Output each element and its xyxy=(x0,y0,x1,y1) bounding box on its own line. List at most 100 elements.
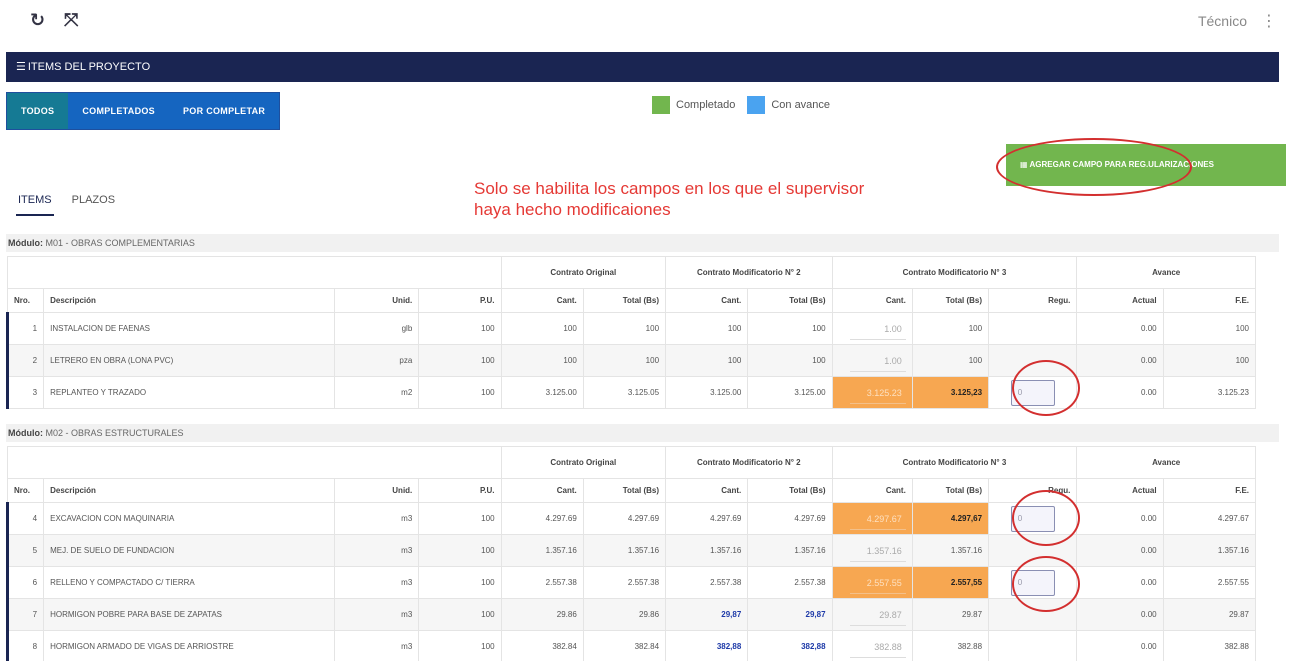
table-row: 1 INSTALACION DE FAENAS glb 100 100 100 100 100… xyxy=(5,312,1257,345)
filter-por-completar-button[interactable]: POR COMPLETAR xyxy=(168,93,280,129)
row-original-total: 3.125.05 xyxy=(582,376,667,409)
table-row: 8 HORMIGON ARMADO DE VIGAS DE ARRIOSTRE m3… xyxy=(5,630,1257,661)
tab-plazos[interactable]: PLAZOS xyxy=(70,190,117,216)
mod3-qty-input[interactable]: 29.87 xyxy=(849,604,906,626)
row-original-total: 2.557.38 xyxy=(582,566,667,599)
row-description: HORMIGON POBRE PARA BASE DE ZAPATAS xyxy=(43,598,336,631)
header-contrato-mod3: Contrato Modificatorio N° 3 xyxy=(831,256,1078,289)
row-unit: m3 xyxy=(334,534,420,567)
tab-items[interactable]: ITEMS xyxy=(16,190,54,216)
panel-header: ☰ ITEMS DEL PROYECTO xyxy=(6,52,1279,82)
row-actual: 0.00 xyxy=(1076,566,1164,599)
row-unit: m3 xyxy=(334,566,420,599)
row-mod3-qty: 2.557.55 xyxy=(831,566,913,599)
row-mod2-total: 100 xyxy=(747,344,833,377)
col-pu: P.U. xyxy=(418,288,502,313)
col-actual: Actual xyxy=(1076,478,1164,503)
header-avance: Avance xyxy=(1076,446,1256,479)
row-fe: 382.88 xyxy=(1162,630,1257,661)
row-mod3-qty: 1.357.16 xyxy=(831,534,913,567)
mod3-qty-input[interactable]: 2.557.55 xyxy=(849,572,906,594)
col-cant: Cant. xyxy=(500,478,584,503)
row-original-qty: 1.357.16 xyxy=(500,534,584,567)
row-actual: 0.00 xyxy=(1076,534,1164,567)
row-unit-price: 100 xyxy=(418,598,502,631)
refresh-icon[interactable]: ↻ xyxy=(30,10,45,31)
module-bar: Módulo: M01 - OBRAS COMPLEMENTARIAS xyxy=(6,234,1279,252)
fullscreen-icon[interactable]: ⤧ xyxy=(64,10,78,31)
filter-todos-button[interactable]: TODOS xyxy=(7,93,69,129)
row-mod3-total: 100 xyxy=(911,344,990,377)
module-label: Módulo: xyxy=(8,238,43,248)
row-mod3-total: 1.357.16 xyxy=(911,534,990,567)
col-pu: P.U. xyxy=(418,478,502,503)
row-original-total: 4.297.69 xyxy=(582,502,667,535)
mod3-qty-input[interactable]: 3.125.23 xyxy=(849,382,906,404)
table-row: 5 MEJ. DE SUELO DE FUNDACION m3 100 1.357.16… xyxy=(5,534,1257,567)
annotation-note: Solo se habilita los campos en los que e… xyxy=(474,178,864,220)
mod3-qty-input[interactable]: 4.297.67 xyxy=(849,508,906,530)
row-mod3-total: 2.557,55 xyxy=(911,566,990,599)
row-mod3-total: 29.87 xyxy=(911,598,990,631)
row-mod2-qty: 29,87 xyxy=(665,598,749,631)
row-mod2-total: 4.297.69 xyxy=(747,502,833,535)
row-mod3-total: 4.297,67 xyxy=(911,502,990,535)
legend-con-avance: Con avance xyxy=(747,96,830,114)
row-description: EXCAVACION CON MAQUINARIA xyxy=(43,502,336,535)
row-unit: m2 xyxy=(334,376,420,409)
col-fe: F.E. xyxy=(1162,288,1257,313)
row-unit: m3 xyxy=(334,502,420,535)
row-mod3-qty: 382.88 xyxy=(831,630,913,661)
col-cant: Cant. xyxy=(665,478,749,503)
row-description: LETRERO EN OBRA (LONA PVC) xyxy=(43,344,336,377)
panel-title: ITEMS DEL PROYECTO xyxy=(27,61,151,73)
row-original-total: 100 xyxy=(582,312,667,345)
col-descripcion: Descripción xyxy=(43,478,336,503)
row-unit-price: 100 xyxy=(418,566,502,599)
header-contrato-mod2: Contrato Modificatorio N° 2 xyxy=(665,446,833,479)
legend-swatch-green xyxy=(652,96,670,114)
row-description: REPLANTEO Y TRAZADO xyxy=(43,376,336,409)
row-mod3-total: 3.125,23 xyxy=(911,376,990,409)
col-descripcion: Descripción xyxy=(43,288,336,313)
row-regu xyxy=(988,312,1078,345)
row-mod2-qty: 382,88 xyxy=(665,630,749,661)
col-total: Total (Bs) xyxy=(747,288,833,313)
row-mod2-total: 2.557.38 xyxy=(747,566,833,599)
row-mod2-qty: 100 xyxy=(665,312,749,345)
row-mod3-qty: 4.297.67 xyxy=(831,502,913,535)
row-nro: 6 xyxy=(5,566,45,599)
row-nro: 5 xyxy=(5,534,45,567)
mod3-qty-input[interactable]: 1.00 xyxy=(849,318,906,340)
col-fe: F.E. xyxy=(1162,478,1257,503)
row-fe: 4.297.67 xyxy=(1162,502,1257,535)
row-description: HORMIGON ARMADO DE VIGAS DE ARRIOSTRE xyxy=(43,630,336,661)
header-contrato-mod2: Contrato Modificatorio N° 2 xyxy=(665,256,833,289)
mod3-qty-input[interactable]: 382.88 xyxy=(849,636,906,658)
annotation-circle xyxy=(996,138,1192,196)
row-actual: 0.00 xyxy=(1076,630,1164,661)
row-unit-price: 100 xyxy=(418,344,502,377)
row-fe: 100 xyxy=(1162,312,1257,345)
header-spacer xyxy=(7,446,502,479)
tabs: ITEMS PLAZOS xyxy=(16,190,133,216)
row-mod2-total: 29,87 xyxy=(747,598,833,631)
row-mod3-total: 100 xyxy=(911,312,990,345)
row-fe: 100 xyxy=(1162,344,1257,377)
row-regu xyxy=(988,630,1078,661)
filter-completados-button[interactable]: COMPLETADOS xyxy=(68,93,169,129)
kebab-menu-icon[interactable]: ⋮ xyxy=(1261,11,1277,31)
row-unit-price: 100 xyxy=(418,376,502,409)
row-unit-price: 100 xyxy=(418,630,502,661)
col-cant: Cant. xyxy=(831,288,913,313)
row-mod2-total: 382,88 xyxy=(747,630,833,661)
mod3-qty-input[interactable]: 1.357.16 xyxy=(849,540,906,562)
col-total: Total (Bs) xyxy=(747,478,833,503)
row-original-qty: 100 xyxy=(500,344,584,377)
module-name: M01 - OBRAS COMPLEMENTARIAS xyxy=(45,238,195,248)
mod3-qty-input[interactable]: 1.00 xyxy=(849,350,906,372)
user-role[interactable]: Técnico xyxy=(1198,13,1247,29)
row-unit: m3 xyxy=(334,630,420,661)
col-nro: Nro. xyxy=(6,478,45,503)
filter-button-group: TODOS COMPLETADOS POR COMPLETAR xyxy=(6,92,281,130)
